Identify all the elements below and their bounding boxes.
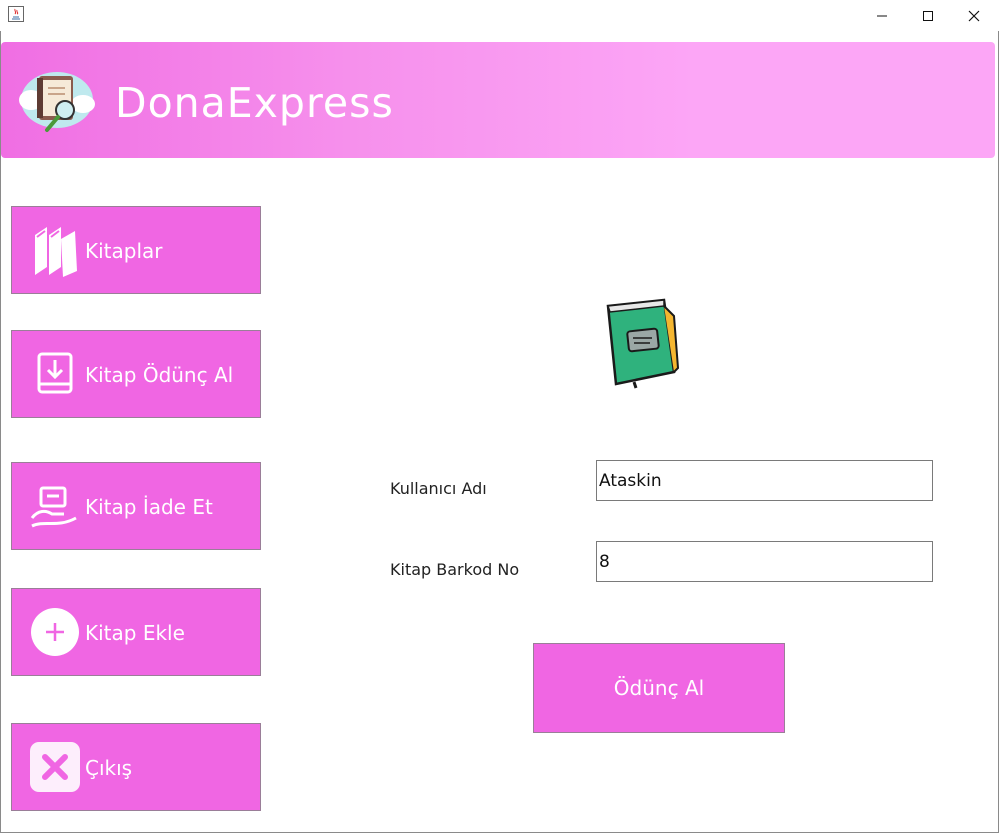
java-app-icon (8, 6, 24, 22)
username-label: Kullanıcı Adı (390, 479, 487, 498)
sidebar-item-label: Çıkış (85, 756, 133, 780)
sidebar-item-kitap-odunc-al[interactable]: Kitap Ödünç Al (11, 330, 261, 418)
maximize-button[interactable] (905, 0, 951, 31)
hand-return-icon (28, 479, 82, 533)
sidebar-item-label: Kitap Ödünç Al (85, 363, 234, 387)
close-button[interactable] (951, 0, 997, 31)
header-banner: DonaExpress (1, 42, 995, 158)
green-book-icon (606, 298, 680, 389)
sidebar-item-cikis[interactable]: Çıkış (11, 723, 261, 811)
minimize-button[interactable] (859, 0, 905, 31)
sidebar-item-kitap-ekle[interactable]: Kitap Ekle (11, 588, 261, 676)
minimize-icon (877, 15, 887, 16)
sidebar-item-label: Kitap İade Et (85, 495, 213, 519)
close-icon (968, 10, 980, 21)
book-cloud-magnifier-logo (19, 72, 95, 132)
maximize-icon (923, 10, 933, 21)
book-download-icon (28, 347, 82, 401)
books-icon (28, 223, 82, 277)
app-title: DonaExpress (115, 79, 394, 127)
sidebar-item-label: Kitaplar (85, 239, 163, 263)
sidebar-item-kitaplar[interactable]: Kitaplar (11, 206, 261, 294)
plus-circle-icon (28, 605, 82, 659)
barcode-field[interactable] (596, 541, 933, 582)
borrow-submit-button[interactable]: Ödünç Al (533, 643, 785, 733)
username-field[interactable] (596, 460, 933, 501)
barcode-label: Kitap Barkod No (390, 560, 520, 579)
sidebar-item-kitap-iade-et[interactable]: Kitap İade Et (11, 462, 261, 550)
sidebar-item-label: Kitap Ekle (85, 621, 185, 645)
title-bar (0, 0, 999, 31)
close-x-icon (28, 740, 82, 794)
